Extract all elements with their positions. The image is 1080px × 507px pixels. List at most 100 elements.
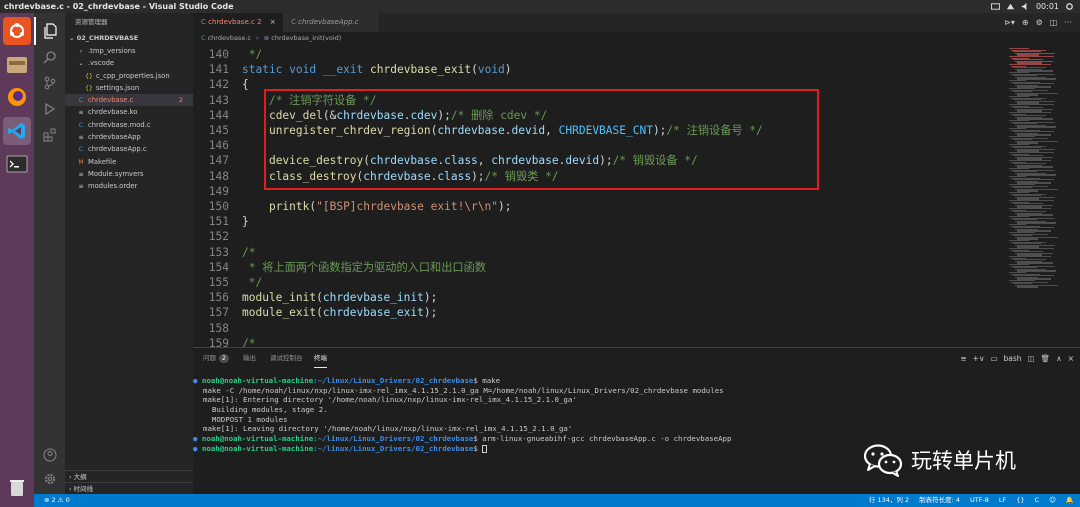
tree-item[interactable]: CchrdevbaseApp.c bbox=[65, 143, 193, 155]
tree-item-label: chrdevbase.ko bbox=[88, 108, 138, 117]
tab-problems[interactable]: 问题 2 bbox=[203, 348, 229, 368]
terminal-prompt-path: :~/linux/Linux_Drivers/02_chrdevbase bbox=[313, 443, 474, 453]
chevron-down-icon: ⌄ bbox=[69, 34, 77, 42]
firefox-icon[interactable] bbox=[3, 83, 31, 111]
project-folder-label: 02_CHRDEVBASE bbox=[76, 34, 139, 42]
window-title: chrdevbase.c - 02_chrdevbase - Visual St… bbox=[4, 2, 234, 11]
source-control-icon[interactable] bbox=[34, 69, 65, 97]
line-number: 148 bbox=[208, 169, 229, 183]
ubuntu-dash-icon[interactable] bbox=[3, 17, 31, 45]
tab-chrdevbase-c[interactable]: C chrdevbase.c 2 × bbox=[193, 13, 283, 32]
tree-item-label: Module.symvers bbox=[88, 169, 144, 178]
terminal-icon[interactable] bbox=[3, 150, 31, 178]
line-number: 158 bbox=[208, 321, 229, 335]
tree-item-label: chrdevbaseApp.c bbox=[88, 145, 147, 154]
tree-item[interactable]: ≡ modules.order bbox=[65, 180, 193, 192]
line-number: 153 bbox=[208, 245, 229, 259]
code-token: ); bbox=[423, 291, 438, 305]
maximize-panel-icon[interactable]: ∧ bbox=[1056, 354, 1062, 363]
terminal-command: $ arm-linux-gnueabihf-gcc chrdevbaseApp.… bbox=[473, 434, 732, 444]
compare-icon[interactable]: ⊕ bbox=[1022, 18, 1029, 27]
code-token: chrdevbase_exit bbox=[370, 63, 472, 77]
settings-icon[interactable]: ⚙ bbox=[1036, 18, 1043, 27]
terminal-output-text: make -C /home/noah/linux/nxp/linux-imx-r… bbox=[203, 385, 724, 395]
more-actions-icon[interactable]: ··· bbox=[1064, 18, 1072, 27]
line-number: 147 bbox=[208, 154, 229, 168]
tree-item-label: modules.order bbox=[88, 182, 138, 191]
code-token: ( bbox=[316, 306, 323, 320]
extensions-icon[interactable] bbox=[34, 121, 65, 149]
explorer-header: 资源管理器 bbox=[75, 18, 108, 26]
problems-status[interactable]: ⊗ 2 ⚠ 0 bbox=[44, 494, 70, 507]
terminal-command: $ make bbox=[473, 376, 501, 385]
tab-terminal[interactable]: 终端 bbox=[314, 348, 327, 368]
kill-terminal-icon[interactable]: 🗑 bbox=[1041, 354, 1051, 363]
tree-item[interactable]: ≡ chrdevbase.ko bbox=[65, 106, 193, 118]
bell-icon[interactable]: 🔔 bbox=[1066, 494, 1074, 507]
code-token: __exit bbox=[322, 63, 364, 77]
breadcrumb-symbol[interactable]: chrdevbase_init(void) bbox=[271, 34, 341, 42]
cursor-position[interactable]: 行 134，列 2 bbox=[869, 494, 909, 507]
search-icon[interactable] bbox=[34, 43, 65, 71]
timeline-label: 时间线 bbox=[73, 485, 94, 493]
code-token: /* bbox=[242, 336, 256, 347]
end-of-line[interactable]: LF bbox=[999, 494, 1006, 507]
tab-debug-console[interactable]: 调试控制台 bbox=[270, 348, 303, 368]
line-number: 141 bbox=[208, 63, 229, 77]
trash-icon[interactable] bbox=[3, 473, 31, 501]
run-icon[interactable]: ⊳▾ bbox=[1004, 18, 1015, 27]
run-debug-icon[interactable] bbox=[34, 95, 65, 123]
language-mode[interactable]: C bbox=[1035, 494, 1040, 507]
keyboard-icon[interactable] bbox=[990, 2, 1000, 11]
tab-label: 输出 bbox=[243, 354, 256, 362]
terminal-list-icon[interactable]: ≡ bbox=[960, 354, 966, 363]
tree-item[interactable]: {} c_cpp_properties.json bbox=[65, 70, 193, 82]
split-terminal-icon[interactable]: ◫ bbox=[1028, 354, 1035, 363]
clock[interactable]: 00:01 bbox=[1036, 0, 1059, 13]
tab-label: 调试控制台 bbox=[270, 354, 303, 362]
tab-output[interactable]: 输出 bbox=[243, 348, 256, 368]
outline-section[interactable]: › 大纲 bbox=[65, 470, 193, 482]
activity-bar bbox=[34, 13, 65, 494]
split-editor-icon[interactable]: ◫ bbox=[1050, 18, 1058, 27]
manage-gear-icon[interactable] bbox=[34, 465, 65, 493]
tree-item[interactable]: › .tmp_versions bbox=[65, 45, 193, 57]
project-folder[interactable]: ⌄ 02_CHRDEVBASE bbox=[65, 31, 193, 45]
close-icon[interactable]: × bbox=[270, 18, 276, 26]
terminal-line: MODPOST 1 modules bbox=[193, 415, 1080, 425]
shell-name[interactable]: bash bbox=[1004, 354, 1022, 363]
tree-item[interactable]: {} settings.json bbox=[65, 82, 193, 94]
encoding[interactable]: UTF-8 bbox=[970, 494, 989, 507]
tree-item[interactable]: M Makefile bbox=[65, 156, 193, 168]
tree-item[interactable]: Cchrdevbase.mod.c bbox=[65, 119, 193, 131]
line-content: /* bbox=[242, 336, 255, 347]
tab-size[interactable]: 制表符长度: 4 bbox=[919, 494, 960, 507]
vscode-icon[interactable] bbox=[3, 117, 31, 145]
network-icon[interactable] bbox=[1006, 2, 1015, 11]
files-icon[interactable] bbox=[3, 51, 31, 79]
tree-item[interactable]: ⌄ .vscode bbox=[65, 57, 193, 69]
terminal-prompt-user: noah@noah-virtual-machine bbox=[201, 443, 314, 453]
minimap-line bbox=[1017, 286, 1038, 288]
volume-icon[interactable] bbox=[1021, 2, 1030, 11]
timeline-section[interactable]: › 时间线 bbox=[65, 482, 193, 494]
code-token: */ bbox=[242, 276, 263, 289]
line-number: 152 bbox=[208, 230, 229, 244]
feedback-icon[interactable]: ☺ bbox=[1049, 494, 1056, 507]
tree-item[interactable]: ≡ chrdevbaseApp bbox=[65, 131, 193, 143]
tree-item[interactable]: ≡ Module.symvers bbox=[65, 168, 193, 180]
terminal-line: ● noah@noah-virtual-machine:~/linux/Linu… bbox=[193, 376, 1080, 386]
tree-item[interactable]: Cchrdevbase.c 2 bbox=[65, 94, 193, 107]
breadcrumb-file[interactable]: chrdevbase.c bbox=[208, 34, 251, 42]
new-terminal-icon[interactable]: +∨ bbox=[973, 354, 985, 363]
minimap[interactable] bbox=[1005, 45, 1080, 347]
tree-item-label: chrdevbaseApp bbox=[88, 133, 141, 142]
tab-chrdevbaseapp-c[interactable]: C chrdevbaseApp.c bbox=[283, 13, 378, 32]
close-panel-icon[interactable]: × bbox=[1068, 354, 1074, 363]
problems-count-badge: 2 bbox=[219, 354, 229, 363]
settings-gear-icon[interactable] bbox=[1065, 2, 1074, 11]
terminal-shell-icon: ▭ bbox=[990, 353, 998, 363]
line-content: module_exit(chrdevbase_exit); bbox=[242, 305, 437, 320]
explorer-icon[interactable] bbox=[34, 17, 65, 45]
line-content: module_init(chrdevbase_init); bbox=[242, 290, 437, 305]
